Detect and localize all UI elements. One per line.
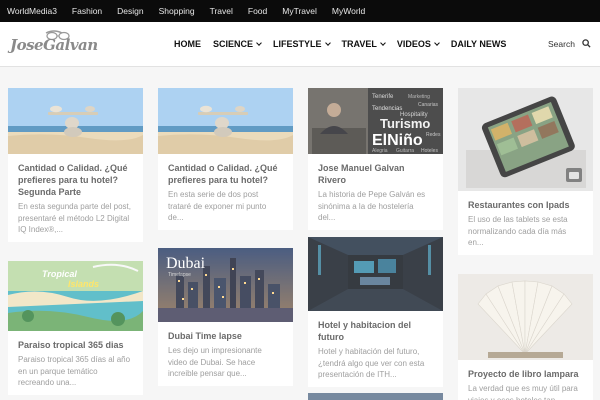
article-image[interactable]: Tenerife Marketing Canarias Tendencias H… xyxy=(308,88,443,154)
search-label[interactable]: Search xyxy=(548,39,575,49)
nav-home-label: HOME xyxy=(174,39,201,49)
nav-daily-news[interactable]: DAILY NEWS xyxy=(451,39,507,49)
image-caption-word: Islands xyxy=(68,279,99,289)
chevron-down-icon xyxy=(256,39,262,46)
article-title[interactable]: Cantidad o Calidad. ¿Qué prefieres para … xyxy=(168,162,283,186)
search-icon[interactable] xyxy=(582,39,591,48)
wordcloud-word: Turismo xyxy=(380,116,430,131)
topbar-link-travel[interactable]: Travel xyxy=(210,6,233,16)
main-nav: HOME SCIENCE LIFESTYLE TRAVEL VIDEOS DAI… xyxy=(174,39,518,49)
nav-home[interactable]: HOME xyxy=(174,39,201,49)
wordcloud-word: Marketing xyxy=(408,94,430,100)
article-image[interactable]: Dubai Timelapse xyxy=(158,248,293,322)
logo-text: JoseGalvan xyxy=(10,36,98,54)
article-image[interactable]: Tropical Islands xyxy=(8,261,143,331)
chevron-down-icon xyxy=(434,39,440,46)
nav-science[interactable]: SCIENCE xyxy=(213,39,262,49)
site-logo[interactable]: JoseGalvan xyxy=(8,27,98,60)
article-card[interactable]: Cantidad o Calidad. ¿Qué prefieres para … xyxy=(158,88,293,230)
site-header: JoseGalvan HOME SCIENCE LIFESTYLE TRAVEL… xyxy=(0,22,600,67)
image-caption-word: Tropical xyxy=(42,269,77,279)
wordcloud-word: Alegria xyxy=(372,148,388,154)
article-title[interactable]: Proyecto de libro lampara xyxy=(468,368,583,380)
wordcloud-word: Tendencias xyxy=(372,106,402,112)
wordcloud-word: Hoteles xyxy=(421,148,438,154)
article-title[interactable]: Paraiso tropical 365 dias xyxy=(18,339,133,351)
camera-icon xyxy=(569,172,579,179)
article-image[interactable] xyxy=(458,274,593,360)
nav-travel[interactable]: TRAVEL xyxy=(341,39,386,49)
article-card[interactable]: Dubai Timelapse Dubai Time lapse Les dej… xyxy=(158,248,293,386)
article-excerpt: Paraiso tropical 365 días al año en un p… xyxy=(18,355,131,387)
article-card[interactable]: Hotel y habitacion del futuro Hotel y ha… xyxy=(308,237,443,387)
chevron-down-icon xyxy=(380,39,386,46)
article-image[interactable] xyxy=(308,237,443,311)
nav-lifestyle-label: LIFESTYLE xyxy=(273,39,322,49)
topbar-link-worldmedia3[interactable]: WorldMedia3 xyxy=(7,6,57,16)
article-excerpt: Les dejo un impresionante video de Dubai… xyxy=(168,346,262,378)
article-excerpt: En esta serie de dos post trataré de exp… xyxy=(168,190,267,222)
wordcloud-word: Tenerife xyxy=(372,94,394,100)
topbar-link-shopping[interactable]: Shopping xyxy=(159,6,195,16)
article-title[interactable]: Hotel y habitacion del futuro xyxy=(318,319,433,343)
article-excerpt: La verdad que es muy útil para viajes y … xyxy=(468,384,578,400)
image-caption-word: Dubai xyxy=(166,255,206,272)
article-title[interactable]: Restaurantes con Ipads xyxy=(468,199,583,211)
article-card[interactable]: Restaurantes con Ipads El uso de las tab… xyxy=(458,88,593,255)
article-card-partial[interactable] xyxy=(308,393,443,400)
topbar-link-design[interactable]: Design xyxy=(117,6,143,16)
nav-science-label: SCIENCE xyxy=(213,39,254,49)
article-title[interactable]: Cantidad o Calidad. ¿Qué prefieres para … xyxy=(18,162,133,198)
article-image[interactable] xyxy=(158,88,293,154)
nav-travel-label: TRAVEL xyxy=(341,39,377,49)
article-excerpt: La historia de Pepe Galván es sinónima a… xyxy=(318,190,426,222)
article-card[interactable]: Cantidad o Calidad. ¿Qué prefieres para … xyxy=(8,88,143,242)
topbar-link-food[interactable]: Food xyxy=(248,6,267,16)
topbar-link-myworld[interactable]: MyWorld xyxy=(332,6,365,16)
article-title[interactable]: Jose Manuel Galvan Rivero xyxy=(318,162,433,186)
article-excerpt: El uso de las tablets se esta normalizan… xyxy=(468,215,568,247)
chevron-down-icon xyxy=(324,39,331,46)
topbar-link-mytravel[interactable]: MyTravel xyxy=(282,6,317,16)
nav-videos[interactable]: VIDEOS xyxy=(396,39,440,49)
article-card[interactable]: Proyecto de libro lampara La verdad que … xyxy=(458,274,593,400)
article-title[interactable]: Dubai Time lapse xyxy=(168,330,283,342)
article-card[interactable]: Tenerife Marketing Canarias Tendencias H… xyxy=(308,88,443,230)
wordcloud-word: Guitarra xyxy=(396,148,414,154)
nav-videos-label: VIDEOS xyxy=(396,39,431,49)
article-excerpt: Hotel y habitación del futuro, ¿tendrá a… xyxy=(318,347,425,379)
topbar-link-fashion[interactable]: Fashion xyxy=(72,6,102,16)
article-image[interactable] xyxy=(458,88,593,191)
article-card[interactable]: Tropical Islands Paraiso tropical 365 di… xyxy=(8,261,143,395)
top-bar: WorldMedia3 Fashion Design Shopping Trav… xyxy=(0,0,600,22)
wordcloud-word: Redes xyxy=(426,132,441,138)
nav-lifestyle[interactable]: LIFESTYLE xyxy=(273,39,331,49)
wordcloud-word: ElNiño xyxy=(372,132,423,149)
image-caption-word: Timelapse xyxy=(168,272,191,278)
wordcloud-word: Canarias xyxy=(418,102,439,108)
nav-daily-news-label: DAILY NEWS xyxy=(450,39,507,49)
article-excerpt: En esta segunda parte del post, presenta… xyxy=(18,202,131,234)
article-image[interactable] xyxy=(8,88,143,154)
